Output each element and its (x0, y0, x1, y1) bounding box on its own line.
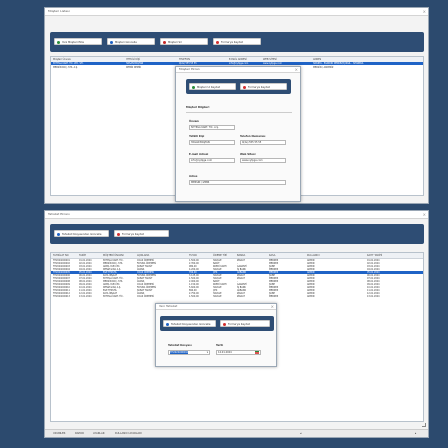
web-label: Web Sitesi (240, 153, 256, 156)
collection-dialog: Yeni Tahsilat × Tahsilat Dosyasından Gün… (155, 303, 277, 367)
export-form-button[interactable]: Forma'ya Kaydet (220, 320, 270, 327)
collection-window-title: Tahsilat Ekranı (48, 212, 70, 216)
customer-window-titlebar: Müşteri Listesi × (45, 8, 428, 16)
refresh-icon (166, 323, 169, 326)
section-divider (186, 112, 292, 113)
column-header[interactable]: TUTAR (189, 253, 197, 258)
collection-toolbar: Tahsilat Dosyasından Güncelle Forma'ya K… (50, 224, 424, 244)
date-field[interactable]: 14.01.2024 (216, 350, 261, 355)
scroll-right-icon[interactable]: ▸ (415, 430, 416, 437)
save-icon (243, 86, 246, 89)
customer-dialog-titlebar: Müşteri Ekran × (176, 67, 300, 73)
status-bar: URUNLER RAPOR AYARLAR KULLANICI AYARLARI… (45, 429, 428, 437)
table-cell: TH2024000013 (53, 295, 70, 298)
update-customer-button[interactable]: Müşteri Güncelle (107, 38, 155, 45)
section-title: Müşteri Bilgileri (186, 106, 210, 109)
status-tab[interactable]: KULLANICI AYARLARI (115, 430, 142, 437)
column-header[interactable]: TAHSİLAT NO (53, 253, 69, 258)
email-label: E-mail Adresi (189, 153, 209, 156)
close-icon[interactable]: × (271, 304, 274, 309)
table-cell: 13.01.2024 (79, 295, 92, 298)
yetkili-field[interactable]: HASAN BAŞTAN (189, 140, 235, 145)
save-icon (192, 86, 195, 89)
collection-no-label: Tahsilat Dosyası (168, 344, 192, 347)
update-from-file-button[interactable]: Tahsilat Dosyasından Güncelle (163, 320, 216, 327)
collection-dialog-titlebar: Yeni Tahsilat × (156, 304, 276, 310)
column-header[interactable]: AÇIKLAMA (137, 253, 149, 258)
save-icon (117, 233, 120, 236)
close-icon[interactable]: × (423, 8, 426, 15)
table-cell: ZİRAAT (237, 295, 245, 298)
yetkili-label: Yetkili Kişi (189, 135, 205, 138)
web-field[interactable]: www.nytpga.com (240, 158, 286, 163)
column-header[interactable]: BANKA (237, 253, 245, 258)
table-row[interactable]: NYTPGA KART. TİC. LTD. STİ. HASAN BAŞTAN… (51, 62, 423, 65)
column-header[interactable]: KASA (269, 253, 275, 258)
column-header[interactable]: KULLANICI (307, 253, 319, 258)
close-icon[interactable]: × (295, 67, 298, 72)
table-cell: 13.01.2024 (367, 295, 380, 298)
table-cell: HAVALE (213, 295, 222, 298)
telefon-label: Telefon Numarası (240, 135, 266, 138)
column-header[interactable]: MÜŞTERİ ÜNVANI (103, 253, 124, 258)
status-tab[interactable]: AYARLAR (93, 430, 105, 437)
table-row[interactable]: TH2024000013 13.01.2024 NYTPGA KART. TİC. O… (51, 295, 423, 298)
customer-window: Müşteri Listesi × Yeni Müşteri Ekle Müşt… (44, 7, 429, 204)
date-label: Tarih (216, 344, 224, 347)
scroll-left-icon[interactable]: ◂ (300, 430, 301, 437)
status-tab[interactable]: URUNLER (53, 430, 65, 437)
collection-window-titlebar: Tahsilat Ekranı × (45, 211, 428, 219)
delete-icon (163, 41, 166, 44)
column-header[interactable]: ÖDEME TİPİ (213, 253, 227, 258)
adres-field[interactable]: MERSİN / İZMİR (189, 180, 286, 185)
unvan-field[interactable]: NYTPGA KART. TİC. A.Ş. (189, 125, 235, 130)
resize-grip-icon[interactable] (422, 423, 426, 427)
customer-toolbar: Yeni Müşteri Ekle Müşteri Güncelle Müşte… (50, 32, 424, 52)
export-form-button[interactable]: Forma'ya Kaydet (114, 230, 169, 237)
export-form-button[interactable]: Forma'ya Kaydet (240, 83, 287, 90)
update-from-file-button[interactable]: Tahsilat Dosyasından Güncelle (54, 230, 109, 237)
telefon-field[interactable]: 0(2e) 555 55 55 (240, 140, 286, 145)
edit-icon (110, 41, 113, 44)
chevron-down-icon: ▾ (206, 351, 208, 354)
adres-label: Adres (189, 175, 198, 178)
table-cell: ADMIN (307, 295, 315, 298)
email-field[interactable]: info@nytpga.com (189, 158, 235, 163)
refresh-icon (57, 233, 60, 236)
customer-dialog: Müşteri Ekran × Müşteri Ui Kaydet Forma'… (175, 66, 301, 202)
customer-dialog-toolbar: Müşteri Ui Kaydet Forma'ya Kaydet (186, 79, 291, 94)
table-cell: 1.500,00 (189, 295, 199, 298)
column-header[interactable]: TARİH (79, 253, 86, 258)
save-customer-button[interactable]: Müşteri Ui Kaydet (189, 83, 236, 90)
collection-dialog-toolbar: Tahsilat Dosyasından Güncelle Forma'ya K… (160, 316, 274, 331)
close-icon[interactable]: × (423, 211, 426, 218)
calendar-icon[interactable] (255, 351, 259, 354)
add-customer-button[interactable]: Yeni Müşteri Ekle (54, 38, 102, 45)
unvan-label: Ünvanı (189, 120, 200, 123)
save-icon (216, 41, 219, 44)
save-icon (223, 323, 226, 326)
customer-window-title: Müşteri Listesi (48, 9, 70, 13)
status-tab[interactable]: RAPOR (75, 430, 84, 437)
table-cell: NYTPGA KART. TİC. (103, 295, 124, 298)
column-header[interactable]: KAYIT TARİHİ (367, 253, 382, 258)
delete-customer-button[interactable]: Müşteri Sil (160, 38, 208, 45)
collection-no-select[interactable]: TH2024000014 ▾ (168, 350, 210, 355)
table-cell: OCAK ÖDEMESİ (137, 295, 154, 298)
export-form-button[interactable]: Forma'ya Kaydet (213, 38, 261, 45)
table-cell: MERKEZ (269, 295, 279, 298)
collection-window: Tahsilat Ekranı × Tahsilat Dosyasından G… (44, 210, 429, 438)
plus-icon (57, 41, 60, 44)
